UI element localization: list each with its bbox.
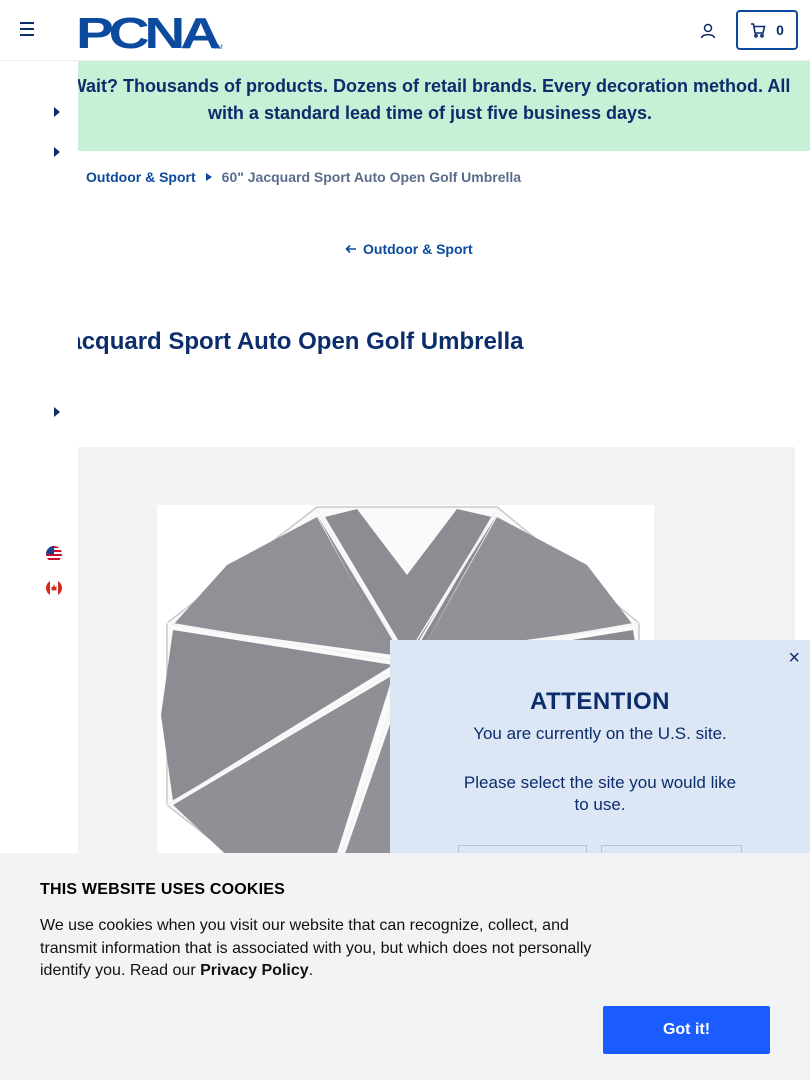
back-link-label: Outdoor & Sport <box>363 241 473 257</box>
chevron-right-icon <box>205 173 212 181</box>
breadcrumb-current: 60" Jacquard Sport Auto Open Golf Umbrel… <box>221 169 522 185</box>
breadcrumb: Outdoor & Sport 60" Jacquard Sport Auto … <box>86 169 521 185</box>
accept-cookies-button[interactable]: Got it! <box>603 1006 770 1054</box>
cookie-title: THIS WEBSITE USES COOKIES <box>40 881 286 898</box>
cookie-text: We use cookies when you visit our websit… <box>40 915 600 983</box>
privacy-policy-link[interactable]: Privacy Policy <box>200 962 309 979</box>
svg-text:PCNA: PCNA <box>76 10 220 50</box>
promo-text: Wait? Thousands of products. Dozens of r… <box>69 76 791 123</box>
cart-count: 0 <box>776 22 784 38</box>
chevron-right-icon[interactable] <box>53 407 61 417</box>
cookie-body: We use cookies when you visit our websit… <box>40 917 592 979</box>
svg-text:TM: TM <box>214 45 223 50</box>
promo-banner: Wait? Thousands of products. Dozens of r… <box>0 61 810 151</box>
site-header: PCNA TM 0 <box>0 0 810 61</box>
breadcrumb-category[interactable]: Outdoor & Sport <box>86 169 196 185</box>
site-selection-popup: × ATTENTION You are currently on the U.S… <box>390 640 810 875</box>
cookie-period: . <box>308 962 314 979</box>
pcna-logo[interactable]: PCNA TM <box>76 9 224 58</box>
back-to-category-link[interactable]: Outdoor & Sport <box>345 241 473 257</box>
popup-current-site-text: You are currently on the U.S. site. <box>473 724 727 743</box>
account-icon[interactable] <box>698 21 718 41</box>
side-drawer <box>0 61 78 861</box>
popup-select-text: Please select the site you would like to… <box>463 773 737 814</box>
product-title: Jacquard Sport Auto Open Golf Umbrella <box>55 328 524 355</box>
menu-icon[interactable] <box>20 22 36 38</box>
popup-title: ATTENTION <box>529 688 671 715</box>
cookie-banner: THIS WEBSITE USES COOKIES We use cookies… <box>0 853 810 1080</box>
cart-icon <box>751 23 766 38</box>
arrow-left-icon <box>345 244 356 254</box>
cart-button[interactable]: 0 <box>736 10 798 50</box>
us-flag-icon[interactable] <box>46 546 62 562</box>
chevron-right-icon[interactable] <box>53 147 61 157</box>
chevron-right-icon[interactable] <box>53 107 61 117</box>
canada-flag-icon[interactable] <box>46 580 62 596</box>
close-icon[interactable]: × <box>788 648 800 668</box>
